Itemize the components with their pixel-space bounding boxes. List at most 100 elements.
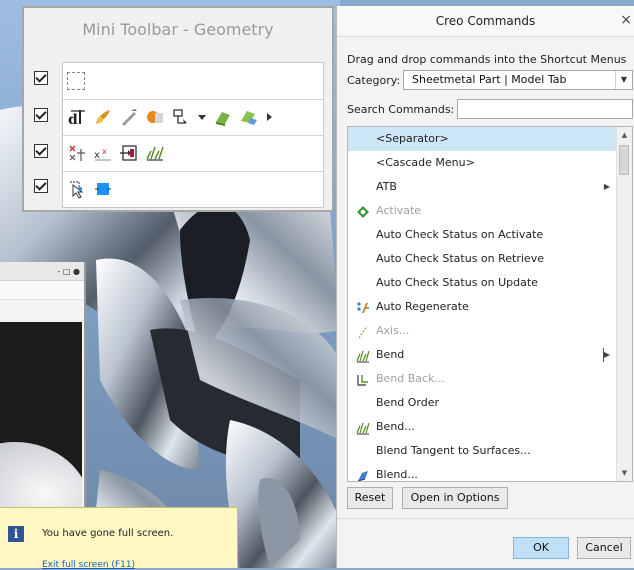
open-in-options-button[interactable]: Open in Options <box>402 487 508 509</box>
command-item[interactable]: Activate <box>348 199 618 223</box>
command-label: <Separator> <box>376 132 449 145</box>
select-icon[interactable] <box>67 179 87 199</box>
close-icon[interactable]: × <box>620 12 632 28</box>
row-3-checkbox[interactable] <box>34 144 48 158</box>
command-label: ATB <box>376 180 397 193</box>
command-label: Bend Order <box>376 396 440 409</box>
category-label: Category: <box>347 74 401 87</box>
row-4-checkbox[interactable] <box>34 179 48 193</box>
command-item[interactable]: ATB ▶ <box>348 175 618 199</box>
command-item[interactable]: Blend Tangent to Surfaces... <box>348 439 618 463</box>
command-item[interactable]: Auto Check Status on Activate <box>348 223 618 247</box>
box-icon[interactable] <box>93 179 113 199</box>
svg-text:d: d <box>68 112 78 127</box>
dimension-icon[interactable]: d <box>67 107 87 127</box>
chevron-down-icon[interactable] <box>197 107 207 127</box>
ok-button[interactable]: OK <box>513 537 569 559</box>
command-label: Auto Check Status on Activate <box>376 228 544 241</box>
command-item[interactable]: Bend Order <box>348 391 618 415</box>
instruction-text: Drag and drop commands into the Shortcut… <box>347 53 627 66</box>
mini-toolbar-row-3 <box>34 139 60 163</box>
svg-text:x: x <box>102 147 107 156</box>
command-item[interactable]: Auto Check Status on Update <box>348 271 618 295</box>
background-window-controls[interactable]: - □ ● <box>0 262 84 281</box>
display-icon[interactable] <box>171 107 191 127</box>
bend-icon <box>356 348 370 363</box>
appearance-icon[interactable] <box>93 107 113 127</box>
command-label: Auto Check Status on Retrieve <box>376 252 544 265</box>
info-icon: i <box>8 526 24 542</box>
layer-icon[interactable] <box>239 107 259 127</box>
notification-message: You have gone full screen. <box>42 528 174 539</box>
commands-list[interactable]: Blend... Blend Tangent to Surfaces... Bend… <box>347 126 633 482</box>
mirror-icon[interactable]: xx <box>93 143 113 163</box>
scroll-thumb[interactable] <box>619 145 629 175</box>
command-item[interactable]: Bend Back... <box>348 367 618 391</box>
dialog-title: Creo Commands <box>435 14 536 28</box>
command-label: Blend Tangent to Surfaces... <box>376 444 531 457</box>
command-item[interactable]: Bend ▶ <box>348 343 618 367</box>
more-arrow-icon[interactable] <box>265 107 273 127</box>
mini-toolbar-title: Mini Toolbar - Geometry <box>82 20 274 39</box>
category-dropdown[interactable]: Sheetmetal Part | Model Tab ▼ <box>403 70 633 90</box>
dialog-title-bar[interactable]: Creo Commands × <box>337 6 634 37</box>
scroll-up-icon[interactable]: ▲ <box>617 127 632 143</box>
scroll-down-icon[interactable]: ▼ <box>617 465 632 481</box>
background-window-strip <box>0 281 84 300</box>
search-label: Search Commands: <box>347 103 455 116</box>
command-label: Blend... <box>376 468 418 481</box>
list-scrollbar[interactable]: ▲ ▼ <box>616 127 632 481</box>
chevron-down-icon[interactable]: ▼ <box>615 71 632 89</box>
insert-icon[interactable] <box>119 143 139 163</box>
exit-fullscreen-link[interactable]: Exit full screen (F11) <box>42 560 135 570</box>
bend-icon[interactable] <box>145 143 165 163</box>
svg-text:x: x <box>94 150 100 161</box>
axis-icon <box>356 324 370 339</box>
command-label: <Cascade Menu> <box>376 156 475 169</box>
mini-toolbar-panel: Mini Toolbar - Geometry d x x <box>22 6 334 212</box>
row-separator <box>63 171 323 172</box>
command-item[interactable]: Bend... <box>348 415 618 439</box>
command-label: Axis... <box>376 324 410 337</box>
row-2-checkbox[interactable] <box>34 108 48 122</box>
empty-slot-icon[interactable] <box>67 72 85 90</box>
reset-button[interactable]: Reset <box>347 487 393 509</box>
row-1-checkbox[interactable] <box>34 71 48 85</box>
mini-toolbar-row-4 <box>34 174 60 198</box>
cancel-button[interactable]: Cancel <box>577 537 631 559</box>
mini-toolbar-row-1 <box>34 66 60 90</box>
command-item[interactable]: <Cascade Menu> <box>348 151 618 175</box>
submenu-arrow-icon: ▶ <box>603 182 610 191</box>
activate-icon <box>356 204 370 218</box>
command-label: Bend... <box>376 420 415 433</box>
command-label: Activate <box>376 204 422 217</box>
toolbar-row-2-icons: d <box>67 103 273 131</box>
row-separator <box>63 99 323 100</box>
toolbar-row-3-icons: xx <box>67 139 165 167</box>
search-commands-input[interactable] <box>457 99 633 119</box>
mini-toolbar-row-2 <box>34 103 60 127</box>
command-label: Auto Check Status on Update <box>376 276 538 289</box>
command-label: Bend <box>376 348 405 361</box>
mini-toolbar-preview: d xx <box>62 62 324 208</box>
blend-icon <box>356 468 370 481</box>
command-item[interactable]: Blend... <box>348 463 618 481</box>
flip-icon[interactable] <box>67 143 87 163</box>
render-icon[interactable] <box>145 107 165 127</box>
dialog-divider <box>337 518 634 519</box>
row-separator <box>63 135 323 136</box>
toolbar-row-1-icons <box>67 67 85 95</box>
sketch-icon[interactable] <box>119 107 139 127</box>
fullscreen-notification: i You have gone full screen. Exit full s… <box>0 507 238 570</box>
command-item[interactable]: Axis... <box>348 319 618 343</box>
command-item[interactable]: <Separator> <box>348 127 618 151</box>
command-item[interactable]: Auto Check Status on Retrieve <box>348 247 618 271</box>
save-view-icon[interactable] <box>213 107 233 127</box>
command-label: Bend Back... <box>376 372 445 385</box>
submenu-arrow-icon: ▶ <box>603 350 610 359</box>
command-item[interactable]: Auto Regenerate <box>348 295 618 319</box>
bend-back-icon <box>356 372 370 386</box>
command-label: Auto Regenerate <box>376 300 469 313</box>
bend-icon <box>356 420 370 435</box>
toolbar-row-4-icons <box>67 175 113 203</box>
